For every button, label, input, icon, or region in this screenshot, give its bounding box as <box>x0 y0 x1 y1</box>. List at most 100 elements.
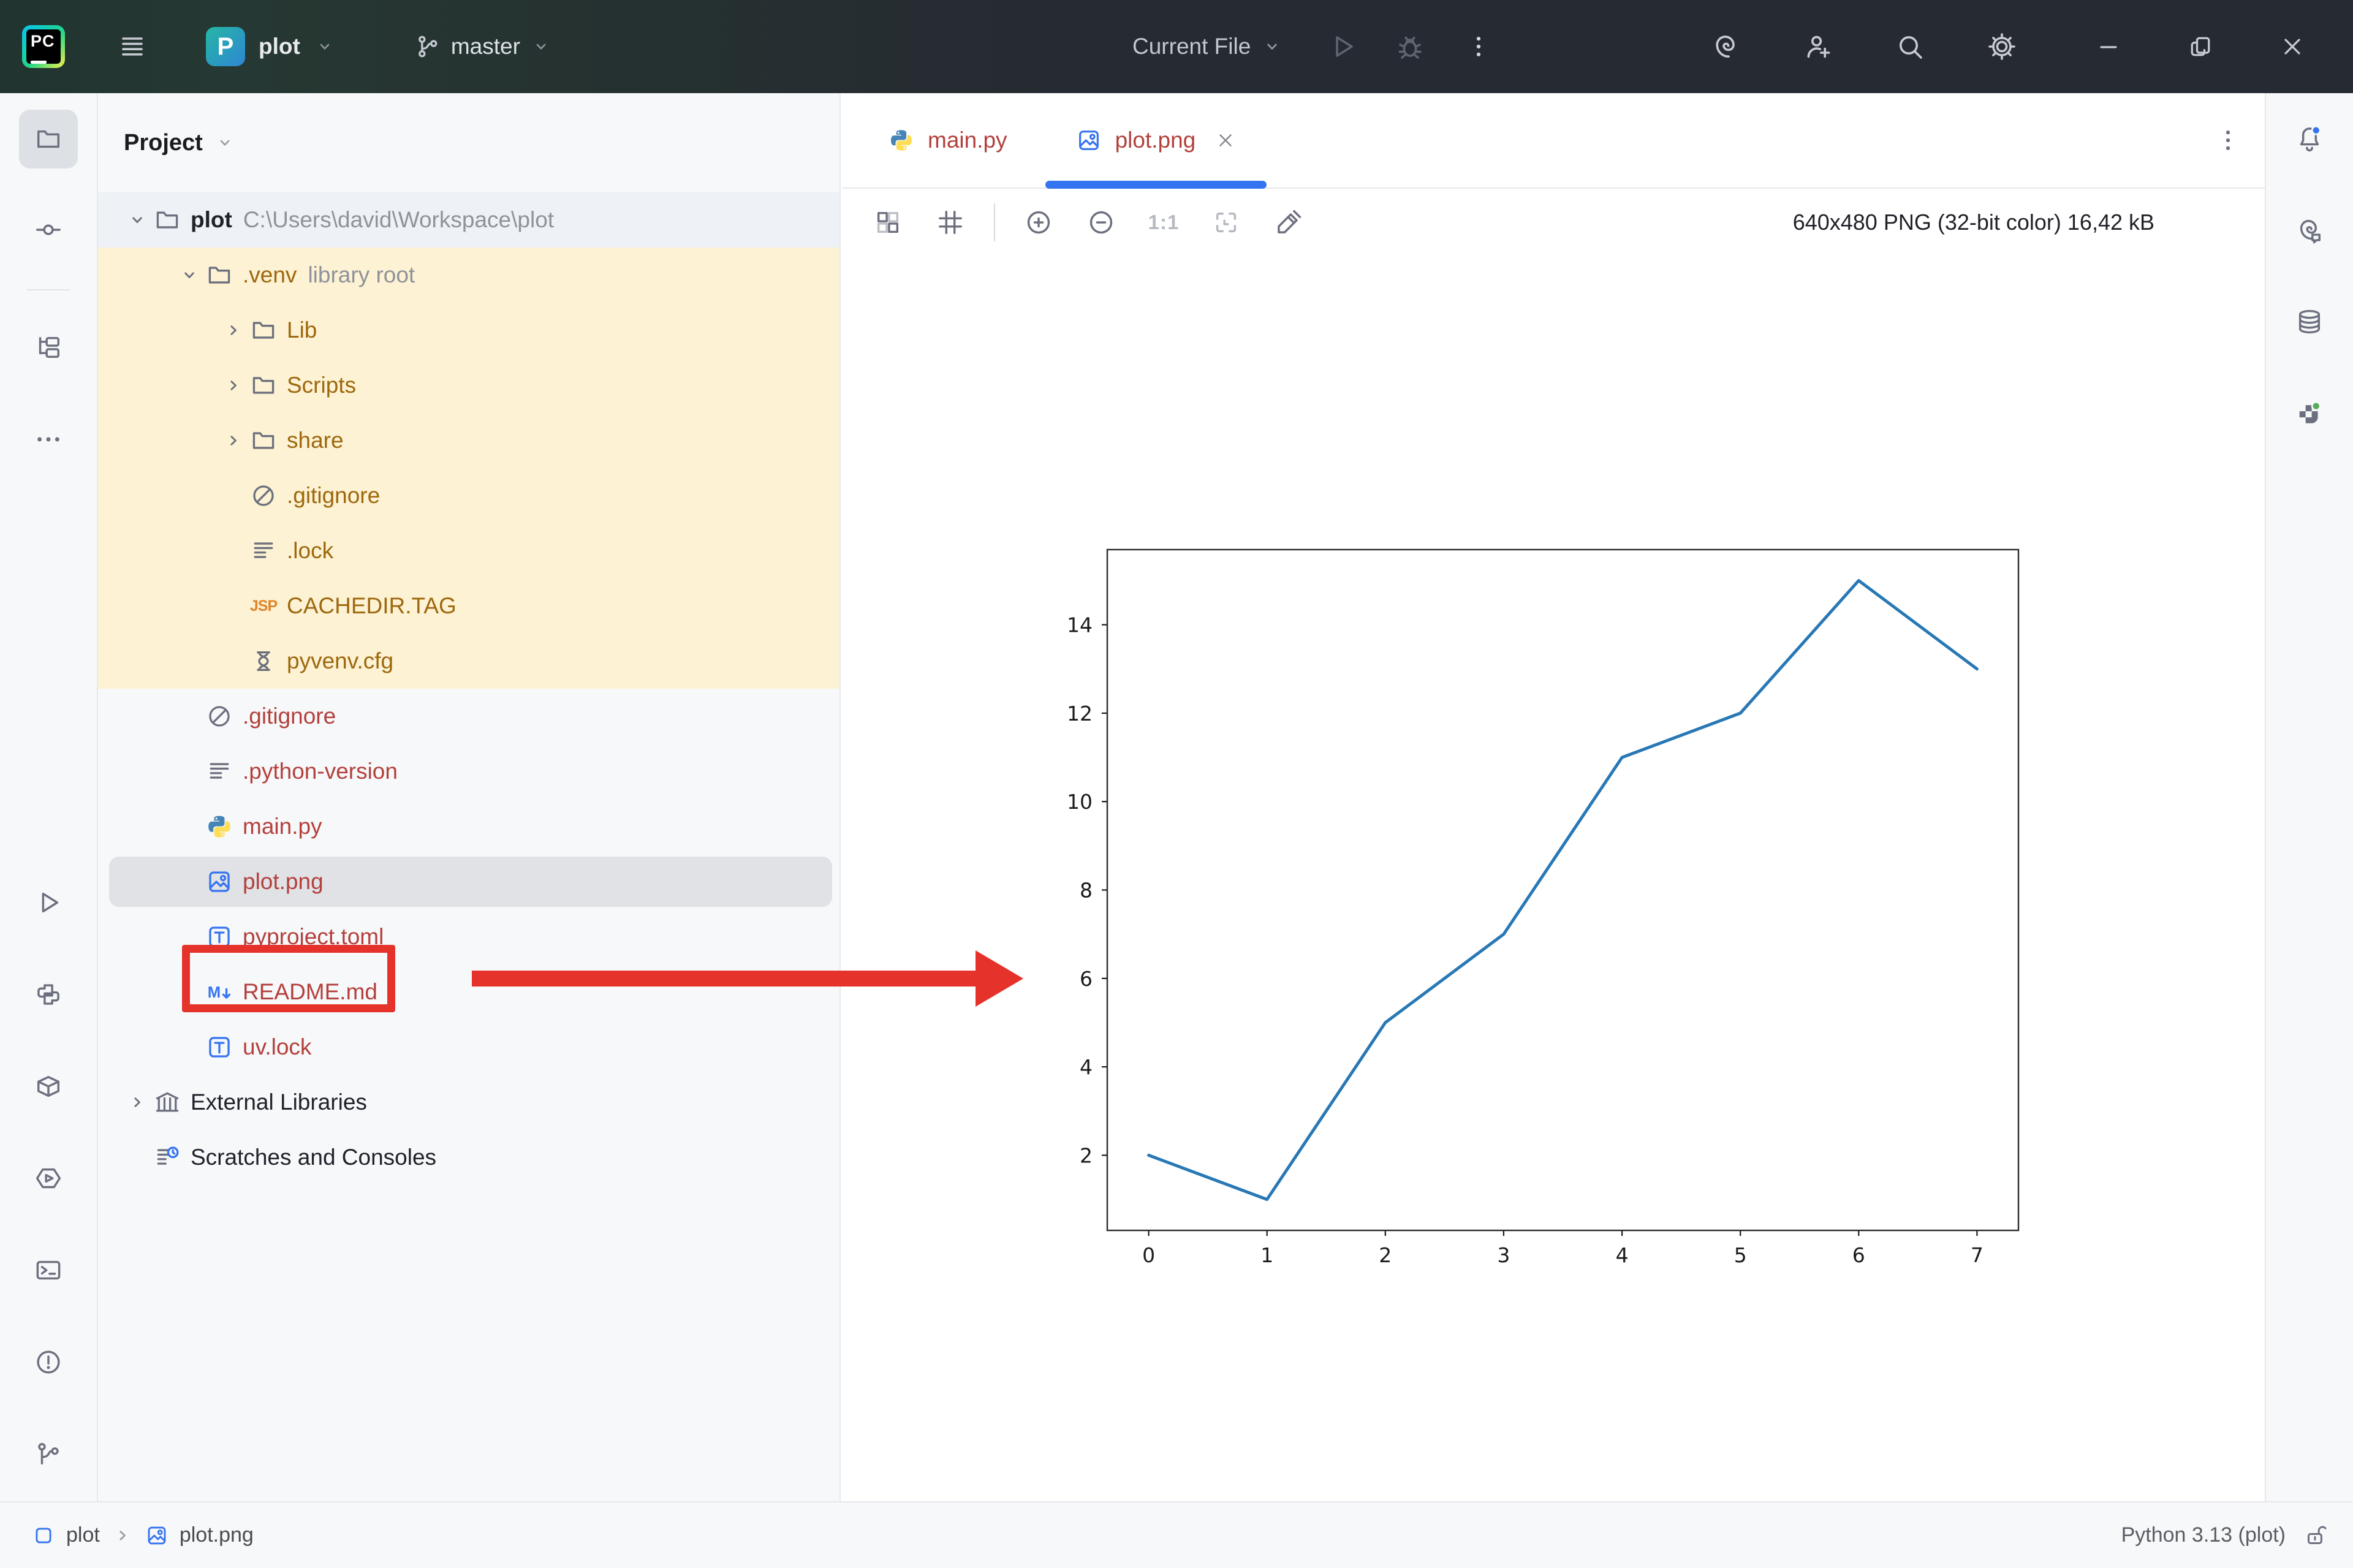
tree-item-cachedir-tag[interactable]: JSPCACHEDIR.TAG <box>98 578 839 634</box>
edit-externally-icon[interactable] <box>1275 208 1303 237</box>
python-console-tool-button[interactable] <box>0 950 97 1042</box>
run-tool-button[interactable] <box>0 858 97 950</box>
transparency-checkerboard-icon[interactable] <box>874 208 902 237</box>
scratches-icon <box>154 1144 181 1171</box>
left-tool-stripe <box>0 93 98 1501</box>
problems-tool-button[interactable] <box>0 1317 97 1409</box>
python-color-icon <box>206 813 233 840</box>
git-branch-icon <box>414 33 441 60</box>
database-tool-button[interactable] <box>2266 277 2353 369</box>
tree-item-scripts[interactable]: Scripts <box>98 358 839 413</box>
project-selector[interactable]: P plot <box>206 27 336 66</box>
tree-item-share[interactable]: share <box>98 413 839 468</box>
project-panel: Project plotC:\Users\david\Workspace\plo… <box>98 93 841 1501</box>
chevron-down-icon[interactable] <box>126 208 149 232</box>
status-bar: plot plot.png Python 3.13 (plot) <box>0 1501 2353 1568</box>
lock-open-icon[interactable] <box>2304 1523 2328 1548</box>
version-control-tool-button[interactable] <box>0 1409 97 1501</box>
tree-item-gitignore[interactable]: .gitignore <box>98 689 839 744</box>
close-tab-icon[interactable] <box>1215 130 1236 151</box>
chevron-down-icon <box>530 36 552 58</box>
run-icon[interactable] <box>1328 32 1357 61</box>
plugin-icon <box>2295 400 2324 428</box>
plugin-tool-button[interactable] <box>2266 369 2353 461</box>
services-tool-button[interactable] <box>0 1134 97 1225</box>
chevron-right-icon <box>111 1524 134 1547</box>
grid-toggle-icon[interactable] <box>936 208 964 237</box>
ai-assistant-tool-button[interactable] <box>2266 185 2353 277</box>
folder-icon <box>154 206 181 233</box>
editor-area: main.pyplot.png 1:1 640x480 PNG (32-bit … <box>842 93 2265 1501</box>
toolbar-divider <box>994 203 995 241</box>
notifications-button[interactable] <box>2266 93 2353 185</box>
svg-text:12: 12 <box>1067 702 1093 725</box>
structure-tool-button[interactable] <box>0 303 97 395</box>
tree-item-plot[interactable]: plotC:\Users\david\Workspace\plot <box>98 192 839 248</box>
debug-icon[interactable] <box>1395 32 1425 61</box>
more-tool-windows-button[interactable] <box>0 395 97 487</box>
minimize-icon[interactable] <box>2095 33 2122 60</box>
ai-assistant-icon[interactable] <box>1711 32 1741 61</box>
add-user-icon[interactable] <box>1803 32 1833 61</box>
breadcrumb-file[interactable]: plot.png <box>180 1523 254 1547</box>
breadcrumb-project[interactable]: plot <box>66 1523 100 1547</box>
commit-tool-button[interactable] <box>0 185 97 277</box>
tab-main-py[interactable]: main.py <box>854 93 1042 187</box>
tree-item-python-version[interactable]: .python-version <box>98 744 839 799</box>
bobbin-icon <box>250 648 277 675</box>
restore-icon[interactable] <box>2187 33 2214 60</box>
tree-item-lib[interactable]: Lib <box>98 303 839 358</box>
tree-item-lock[interactable]: .lock <box>98 523 839 578</box>
chevron-down-icon[interactable] <box>1260 35 1284 58</box>
chevron-right-icon[interactable] <box>222 374 245 397</box>
tree-item-venv[interactable]: .venvlibrary root <box>98 248 839 303</box>
settings-icon[interactable] <box>1987 32 2017 61</box>
interpreter-widget[interactable]: Python 3.13 (plot) <box>2121 1523 2286 1547</box>
terminal-tool-button[interactable] <box>0 1225 97 1317</box>
chevron-down-icon[interactable] <box>178 263 201 287</box>
svg-text:4: 4 <box>1080 1055 1093 1079</box>
status-bar-right: Python 3.13 (plot) <box>2121 1523 2353 1548</box>
textlines-icon <box>250 537 277 564</box>
services-icon <box>34 1164 63 1192</box>
chevron-right-icon[interactable] <box>126 1091 149 1114</box>
vcs-icon <box>34 1440 63 1468</box>
more-icon <box>34 425 63 453</box>
project-name: plot <box>259 34 300 59</box>
chevron-right-icon[interactable] <box>222 319 245 342</box>
tree-item-external-libraries[interactable]: External Libraries <box>98 1075 839 1130</box>
python-packages-tool-button[interactable] <box>0 1042 97 1134</box>
tree-item-pyvenv-cfg[interactable]: pyvenv.cfg <box>98 634 839 689</box>
tree-item-scratches-and-consoles[interactable]: Scratches and Consoles <box>98 1130 839 1185</box>
main-menu-icon[interactable] <box>118 32 147 61</box>
tree-item-main-py[interactable]: main.py <box>98 799 839 854</box>
problems-icon <box>34 1348 63 1376</box>
close-icon[interactable] <box>2279 33 2306 60</box>
folder-icon <box>250 317 277 344</box>
zoom-out-icon[interactable] <box>1087 208 1115 237</box>
editor-more-icon[interactable] <box>2210 93 2246 187</box>
packages-icon <box>34 1072 63 1100</box>
branch-selector[interactable]: master <box>414 33 552 60</box>
project-tool-button[interactable] <box>0 93 97 185</box>
ignored-icon <box>206 703 233 730</box>
folder-icon <box>34 125 63 153</box>
chevron-right-icon[interactable] <box>222 429 245 452</box>
more-actions-icon[interactable] <box>1465 33 1492 60</box>
zoom-in-icon[interactable] <box>1025 208 1053 237</box>
ignored-icon <box>250 482 277 509</box>
tree-item-uv-lock[interactable]: uv.lock <box>98 1020 839 1075</box>
svg-text:1: 1 <box>1260 1243 1273 1267</box>
svg-text:2: 2 <box>1379 1243 1392 1267</box>
tab-plot-png[interactable]: plot.png <box>1042 93 1271 187</box>
chevron-down-icon <box>214 132 236 154</box>
svg-text:7: 7 <box>1971 1243 1984 1267</box>
tree-item-plot-png[interactable]: plot.png <box>98 854 839 909</box>
project-panel-header[interactable]: Project <box>98 93 839 192</box>
commit-icon <box>34 216 63 244</box>
python-icon <box>34 980 63 1009</box>
search-icon[interactable] <box>1895 32 1925 61</box>
breadcrumb: plot plot.png <box>0 1523 254 1547</box>
run-configuration[interactable]: Current File <box>1132 34 1251 59</box>
tree-item-gitignore[interactable]: .gitignore <box>98 468 839 523</box>
